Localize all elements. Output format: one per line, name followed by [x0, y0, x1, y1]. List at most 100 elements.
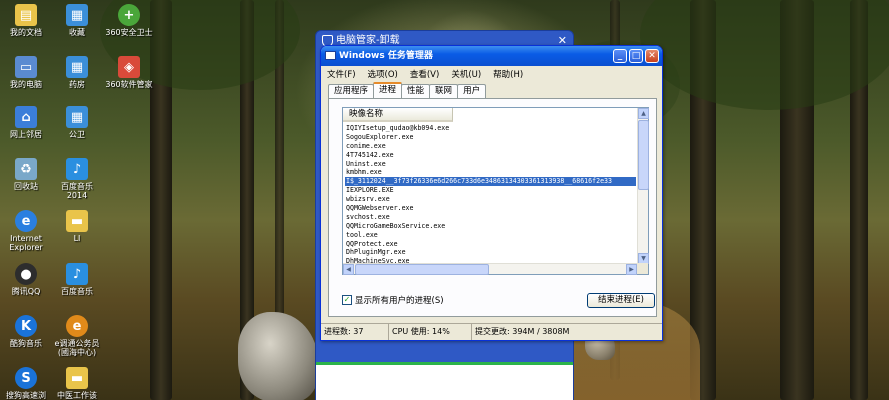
- desktop-icon-label: 收藏: [69, 28, 85, 37]
- process-row[interactable]: wbizsrv.exe: [345, 195, 636, 204]
- desktop-icon-kugou[interactable]: K 酷狗音乐: [0, 315, 55, 348]
- process-row[interactable]: I$_3112024__3f73f26336e6d266c733d6e34863…: [345, 177, 636, 187]
- close-button[interactable]: ✕: [645, 49, 659, 63]
- process-list[interactable]: 映像名称 IQIYIsetup_qudao@kb094.exe SogouExpl…: [342, 107, 649, 275]
- desktop-icon-favorites[interactable]: ▦ 收藏: [48, 4, 106, 37]
- horizontal-scrollbar[interactable]: ◀ ▶: [343, 263, 637, 275]
- desktop-icon-recycle-bin[interactable]: ♻ 回收站: [0, 158, 55, 191]
- pharmacy-icon: ▦: [66, 56, 88, 78]
- minimize-button[interactable]: _: [613, 49, 627, 63]
- tab-networking[interactable]: 联网: [429, 84, 459, 98]
- process-row[interactable]: QQProtect.exe: [345, 240, 636, 249]
- maximize-button[interactable]: □: [629, 49, 643, 63]
- desktop-icon-label: LI: [73, 234, 81, 243]
- process-row[interactable]: QQMGWebserver.exe: [345, 204, 636, 213]
- scroll-right-icon[interactable]: ▶: [626, 264, 637, 275]
- status-cpu-usage: CPU 使用: 14%: [389, 324, 472, 340]
- menu-options[interactable]: 选项(O): [368, 68, 398, 80]
- desktop-icon-label: 360软件管家: [105, 80, 153, 89]
- desktop-icon-network[interactable]: ⌂ 网上邻居: [0, 106, 55, 139]
- menu-view[interactable]: 查看(V): [410, 68, 439, 80]
- title-bar[interactable]: Windows 任务管理器 _ □ ✕: [321, 46, 662, 66]
- process-rows: IQIYIsetup_qudao@kb094.exe SogouExplorer.…: [345, 124, 636, 275]
- menu-help[interactable]: 帮助(H): [493, 68, 523, 80]
- process-row[interactable]: conime.exe: [345, 142, 636, 151]
- desktop-icon-label: 酷狗音乐: [10, 339, 42, 348]
- scroll-left-icon[interactable]: ◀: [343, 264, 354, 275]
- desktop-icon-e-app[interactable]: e e调通公务员 (國海中心): [48, 315, 106, 357]
- task-manager-icon: [325, 51, 336, 60]
- desktop-icon-sogou-browser[interactable]: S 搜狗高速浏: [0, 367, 55, 400]
- process-row[interactable]: SogouExplorer.exe: [345, 133, 636, 142]
- end-process-button[interactable]: 结束进程(E): [587, 293, 655, 308]
- sogou-browser-icon: S: [15, 367, 37, 389]
- baidu-music-icon: ♪: [66, 263, 88, 285]
- show-all-users-label: 显示所有用户的进程(S): [355, 296, 444, 306]
- desktop-icon-my-documents[interactable]: ▤ 我的文档: [0, 4, 55, 37]
- task-manager-window: Windows 任务管理器 _ □ ✕ 文件(F) 选项(O) 查看(V) 关机…: [320, 45, 663, 341]
- scroll-thumb[interactable]: [638, 120, 649, 190]
- favorites-icon: ▦: [66, 4, 88, 26]
- process-row[interactable]: tool.exe: [345, 231, 636, 240]
- desktop-icon-tcm-folder[interactable]: ▬ 中医工作该: [48, 367, 106, 400]
- desktop-icon-my-computer[interactable]: ▭ 我的电脑: [0, 56, 55, 89]
- tab-processes[interactable]: 进程: [373, 82, 403, 98]
- status-bar: 进程数: 37 CPU 使用: 14% 提交更改: 394M / 3808M: [321, 323, 662, 340]
- desktop-icon-label: 我的文档: [10, 28, 42, 37]
- desktop-icon-360-safe[interactable]: + 360安全卫士: [100, 4, 158, 37]
- process-row[interactable]: 4T745142.exe: [345, 151, 636, 160]
- menu-shutdown[interactable]: 关机(U): [451, 68, 481, 80]
- folder-icon: ▬: [66, 210, 88, 232]
- desktop-icon-label: 网上邻居: [10, 130, 42, 139]
- process-row[interactable]: kmbhm.exe: [345, 168, 636, 177]
- desktop-icon-public-health[interactable]: ▦ 公卫: [48, 106, 106, 139]
- vertical-scrollbar[interactable]: ▲ ▼: [637, 108, 649, 264]
- 360-safe-icon: +: [118, 4, 140, 26]
- menu-file[interactable]: 文件(F): [327, 68, 356, 80]
- my-computer-icon: ▭: [15, 56, 37, 78]
- hscroll-thumb[interactable]: [355, 264, 489, 275]
- desktop-icon-baidu-music-2014[interactable]: ♪ 百度音乐 2014: [48, 158, 106, 200]
- desktop-icon-internet-explorer[interactable]: e Internet Explorer: [0, 210, 55, 252]
- folder-icon: ▬: [66, 367, 88, 389]
- recycle-bin-icon: ♻: [15, 158, 37, 180]
- desktop-icon-li-folder[interactable]: ▬ LI: [48, 210, 106, 243]
- process-row[interactable]: IQIYIsetup_qudao@kb094.exe: [345, 124, 636, 133]
- network-icon: ⌂: [15, 106, 37, 128]
- desktop-icon-baidu-music[interactable]: ♪ 百度音乐: [48, 263, 106, 296]
- desktop-icon-label: e调通公务员 (國海中心): [54, 339, 100, 357]
- window-title: Windows 任务管理器: [339, 51, 433, 61]
- tab-users[interactable]: 用户: [457, 84, 487, 98]
- process-row[interactable]: IEXPLORE.EXE: [345, 186, 636, 195]
- processes-panel: 映像名称 IQIYIsetup_qudao@kb094.exe SogouExpl…: [328, 98, 657, 317]
- show-all-users-checkbox[interactable]: ✓: [342, 295, 352, 305]
- documents-folder-icon: ▤: [15, 4, 37, 26]
- baidu-music-icon: ♪: [66, 158, 88, 180]
- scroll-corner: [637, 263, 648, 274]
- desktop-icon-label: 搜狗高速浏: [6, 391, 46, 400]
- column-header-image-name[interactable]: 映像名称: [343, 108, 453, 122]
- show-all-users-option[interactable]: ✓ 显示所有用户的进程(S): [342, 294, 444, 306]
- process-row[interactable]: DhPluginMgr.exe: [345, 248, 636, 257]
- desktop-icon-360-software[interactable]: ◈ 360软件管家: [100, 56, 158, 89]
- desktop-icon-label: 中医工作该: [57, 391, 97, 400]
- tab-strip: 应用程序 进程 性能 联网 用户: [328, 82, 487, 98]
- desktop-icon-label: 我的电脑: [10, 80, 42, 89]
- tab-performance[interactable]: 性能: [401, 84, 431, 98]
- public-health-icon: ▦: [66, 106, 88, 128]
- desktop-icon-qq[interactable]: ● 腾讯QQ: [0, 263, 55, 296]
- ie-icon: e: [15, 210, 37, 232]
- tab-applications[interactable]: 应用程序: [328, 84, 375, 98]
- status-commit-charge: 提交更改: 394M / 3808M: [475, 327, 570, 336]
- e-app-icon: e: [66, 315, 88, 337]
- desktop-icon-label: Internet Explorer: [9, 234, 43, 252]
- 360-software-icon: ◈: [118, 56, 140, 78]
- process-row[interactable]: svchost.exe: [345, 213, 636, 222]
- process-row[interactable]: QQMicroGameBoxService.exe: [345, 222, 636, 231]
- scroll-up-icon[interactable]: ▲: [638, 108, 649, 119]
- desktop-icon-pharmacy[interactable]: ▦ 药房: [48, 56, 106, 89]
- desktop-icon-label: 药房: [69, 80, 85, 89]
- process-row[interactable]: Uninst.exe: [345, 160, 636, 169]
- window-body: [316, 362, 573, 400]
- desktop-icon-label: 腾讯QQ: [11, 287, 41, 296]
